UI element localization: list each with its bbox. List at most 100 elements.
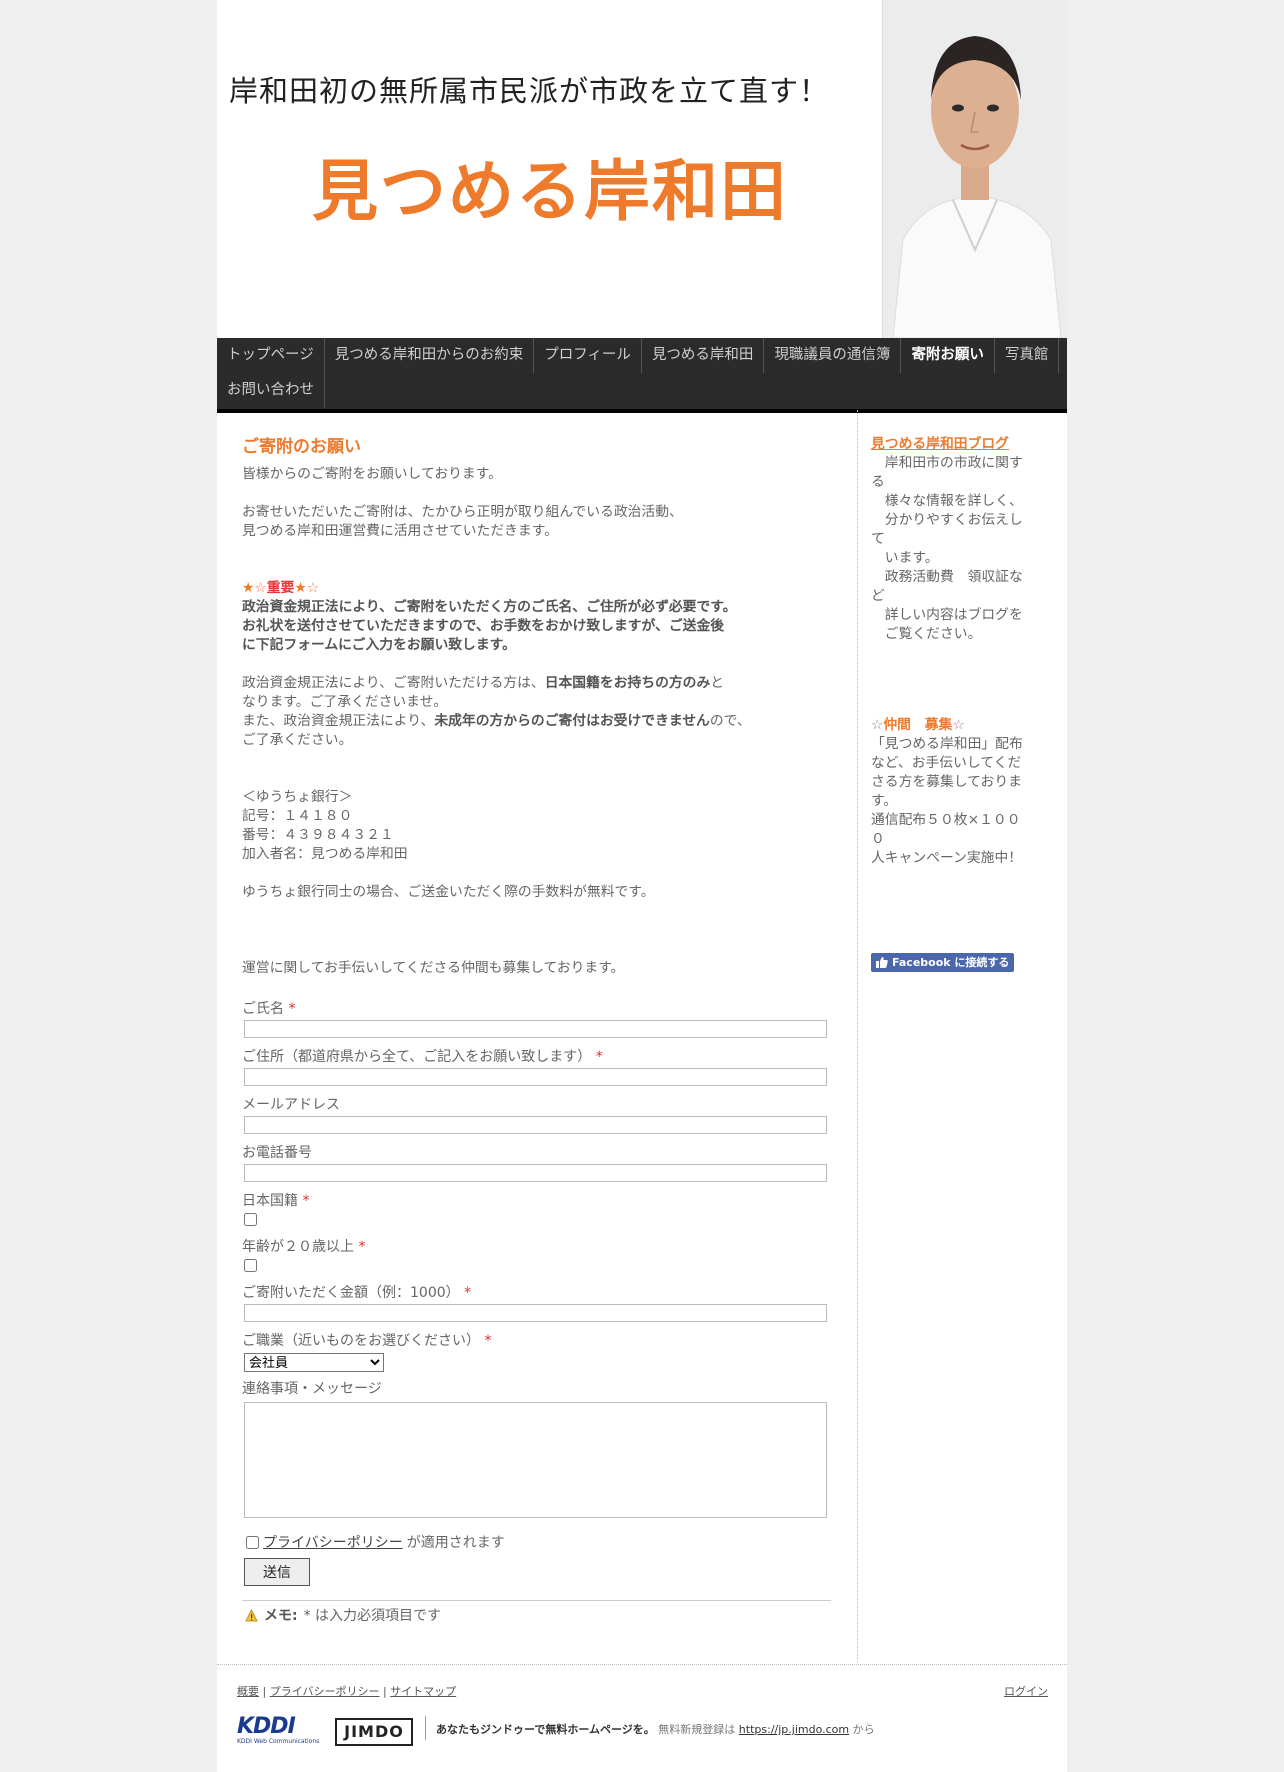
page: 岸和田初の無所属市民派が市政を立て直す！ 見つめる岸和田 トップページ 見つめる…	[217, 0, 1068, 1772]
donation-form: ご氏名 * ご住所（都道府県から全て、ご記入をお願い致します） * メールアドレ…	[242, 1000, 832, 1625]
blog-link[interactable]: 見つめる岸和田ブログ	[871, 435, 1031, 454]
law-text-3a: また、政治資金規正法により、	[242, 713, 435, 729]
sidebar: 見つめる岸和田ブログ 岸和田市の市政に関す る 様々な情報を詳しく、 分かりやす…	[871, 435, 1031, 972]
kddi-logo[interactable]: KDDI KDDI Web Communications	[237, 1714, 320, 1746]
jimdo-signup-text: 無料新規登録は	[658, 1723, 736, 1736]
privacy-policy-link[interactable]: プライバシーポリシー	[263, 1532, 403, 1552]
footer-logo-divider	[425, 1716, 426, 1740]
amount-input[interactable]	[244, 1304, 827, 1322]
email-input[interactable]	[244, 1116, 827, 1134]
recruit-note: 運営に関してお手伝いしてくださる仲間も募集しております。	[242, 960, 625, 976]
message-textarea[interactable]	[244, 1402, 827, 1518]
bank-code: 記号：１４１８０	[242, 808, 353, 824]
candidate-photo	[882, 0, 1068, 338]
bank-holder: 加入者名：見つめる岸和田	[242, 846, 408, 862]
facebook-connect-label: Facebook に接続する	[892, 956, 1010, 969]
law-text-1c: と	[710, 675, 725, 691]
nav-item-donation[interactable]: 寄附お願い	[901, 338, 995, 373]
recruit-line: 「見つめる岸和田」配布	[871, 736, 1023, 752]
jimdo-logo[interactable]: JIMDO	[335, 1718, 413, 1746]
blog-description-line: 詳しい内容はブログを	[871, 607, 1023, 623]
nationality-checkbox[interactable]	[244, 1213, 257, 1226]
phone-input[interactable]	[244, 1164, 827, 1182]
name-label: ご氏名 *	[242, 1001, 296, 1017]
jimdo-promo-text: あなたもジンドゥーで無料ホームページを。	[436, 1723, 655, 1736]
law-text-2: なります。ご了承くださいませ。	[242, 694, 448, 710]
usage-text-1: お寄せいただいたご寄附は、たかひら正明が取り組んでいる政治活動、	[242, 504, 683, 520]
main-content: ご寄附のお願い 皆様からのご寄附をお願いしております。 お寄せいただいたご寄附は…	[242, 432, 832, 978]
submit-button[interactable]: 送信	[244, 1558, 310, 1586]
footer-sitemap-link[interactable]: サイトマップ	[390, 1685, 456, 1698]
law-text-1: 政治資金規正法により、ご寄附いただける方は、日本国籍をお持ちの方のみと	[242, 674, 832, 693]
important-word: 重要	[266, 580, 295, 596]
message-label: 連絡事項・メッセージ	[242, 1381, 382, 1397]
jimdo-url-link[interactable]: https://jp.jimdo.com	[739, 1723, 849, 1736]
age-checkbox[interactable]	[244, 1259, 257, 1272]
nav-item-profile[interactable]: プロフィール	[534, 338, 642, 373]
email-label: メールアドレス	[242, 1097, 340, 1113]
important-text-1: 政治資金規正法により、ご寄附をいただく方のご氏名、ご住所が必ず必要です。	[242, 599, 737, 615]
nav-item-report-card[interactable]: 現職議員の通信簿	[764, 338, 902, 373]
recruit-line: 人キャンペーン実施中！	[871, 850, 1023, 866]
column-divider	[857, 410, 858, 1662]
memo-divider	[242, 1600, 831, 1601]
law-text-3b: 未成年の方からのご寄付はお受けできません	[434, 713, 710, 729]
privacy-checkbox[interactable]	[246, 1535, 259, 1549]
kddi-logo-text: KDDI	[237, 1714, 296, 1739]
warning-icon	[245, 1608, 258, 1621]
memo-row: メモ: * は入力必須項目です	[245, 1605, 832, 1625]
address-input[interactable]	[244, 1068, 827, 1086]
footer-privacy-link[interactable]: プライバシーポリシー	[270, 1685, 380, 1698]
site-header: 岸和田初の無所属市民派が市政を立て直す！ 見つめる岸和田	[217, 0, 1068, 338]
age-label: 年齢が２０歳以上 *	[242, 1239, 366, 1255]
nav-row-2: お問い合わせ	[217, 373, 325, 408]
law-text-3: また、政治資金規正法により、未成年の方からのご寄付はお受けできませんので、	[242, 712, 832, 731]
nav-item-mitsumeru[interactable]: 見つめる岸和田	[642, 338, 765, 373]
bank-number: 番号：４３９８４３２１	[242, 827, 394, 843]
job-select[interactable]: 会社員	[244, 1353, 384, 1372]
name-input[interactable]	[244, 1020, 827, 1038]
jimdo-promo: あなたもジンドゥーで無料ホームページを。 無料新規登録は https://jp.…	[436, 1721, 875, 1737]
recruit-title: ☆仲間 募集☆	[871, 717, 965, 733]
site-brand-title: 見つめる岸和田	[312, 153, 788, 230]
intro-text: 皆様からのご寄附をお願いしております。	[242, 466, 502, 482]
nav-item-promise[interactable]: 見つめる岸和田からのお約束	[325, 338, 535, 373]
thumbs-up-icon	[876, 957, 888, 968]
site-tagline: 岸和田初の無所属市民派が市政を立て直す！	[229, 74, 830, 108]
facebook-connect-button[interactable]: Facebook に接続する	[871, 953, 1015, 972]
law-text-4: ご了承ください。	[242, 732, 353, 748]
candidate-portrait-image	[883, 0, 1068, 338]
address-label: ご住所（都道府県から全て、ご記入をお願い致します） *	[242, 1049, 603, 1065]
nav-item-top[interactable]: トップページ	[217, 338, 325, 373]
fee-note: ゆうちょ銀行同士の場合、ご送金いただく際の手数料が無料です。	[242, 884, 655, 900]
usage-text-2: 見つめる岸和田運営費に活用させていただきます。	[242, 523, 558, 539]
main-navigation: トップページ 見つめる岸和田からのお約束 プロフィール 見つめる岸和田 現職議員…	[217, 338, 1067, 413]
kddi-logo-subtext: KDDI Web Communications	[237, 1738, 320, 1745]
login-link[interactable]: ログイン	[1004, 1683, 1048, 1699]
nationality-label: 日本国籍 *	[242, 1193, 310, 1209]
important-text-2: お礼状を送付させていただきますので、お手数をおかけ致しますが、ご送金後	[242, 618, 725, 634]
phone-label: お電話番号	[242, 1145, 312, 1161]
footer-divider	[217, 1664, 1067, 1665]
amount-label: ご寄附いただく金額（例：1000） *	[242, 1285, 472, 1301]
law-text-1b: 日本国籍をお持ちの方のみ	[544, 675, 711, 691]
bank-name: ＜ゆうちょ銀行＞	[242, 789, 353, 805]
recruit-section: ☆仲間 募集☆ 「見つめる岸和田」配布 など、お手伝いしてくだ さる方を募集して…	[871, 716, 1031, 868]
law-text-1a: 政治資金規正法により、ご寄附いただける方は、	[242, 675, 545, 691]
blog-description-line: 様々な情報を詳しく、	[871, 493, 1023, 509]
recruit-line: 通信配布５０枚×１０００	[871, 812, 1021, 847]
important-heading: ★☆重要★☆	[242, 579, 832, 598]
memo-label: メモ:	[264, 1608, 298, 1624]
job-label: ご職業（近いものをお選びください） *	[242, 1333, 492, 1349]
blog-description-line: ご覧ください。	[871, 626, 982, 642]
blog-description-line: る	[871, 474, 885, 490]
nav-item-photos[interactable]: 写真館	[995, 338, 1060, 373]
memo-text: * は入力必須項目です	[303, 1608, 442, 1624]
page-title: ご寄附のお願い	[242, 437, 361, 457]
footer-about-link[interactable]: 概要	[237, 1685, 259, 1698]
nav-item-contact[interactable]: お問い合わせ	[217, 373, 325, 408]
blog-description-line: 分かりやすくお伝えし	[871, 512, 1023, 528]
nav-row-1: トップページ 見つめる岸和田からのお約束 プロフィール 見つめる岸和田 現職議員…	[217, 338, 1060, 373]
important-stars-right: ★☆	[294, 580, 320, 596]
recruit-line: す。	[871, 793, 898, 809]
